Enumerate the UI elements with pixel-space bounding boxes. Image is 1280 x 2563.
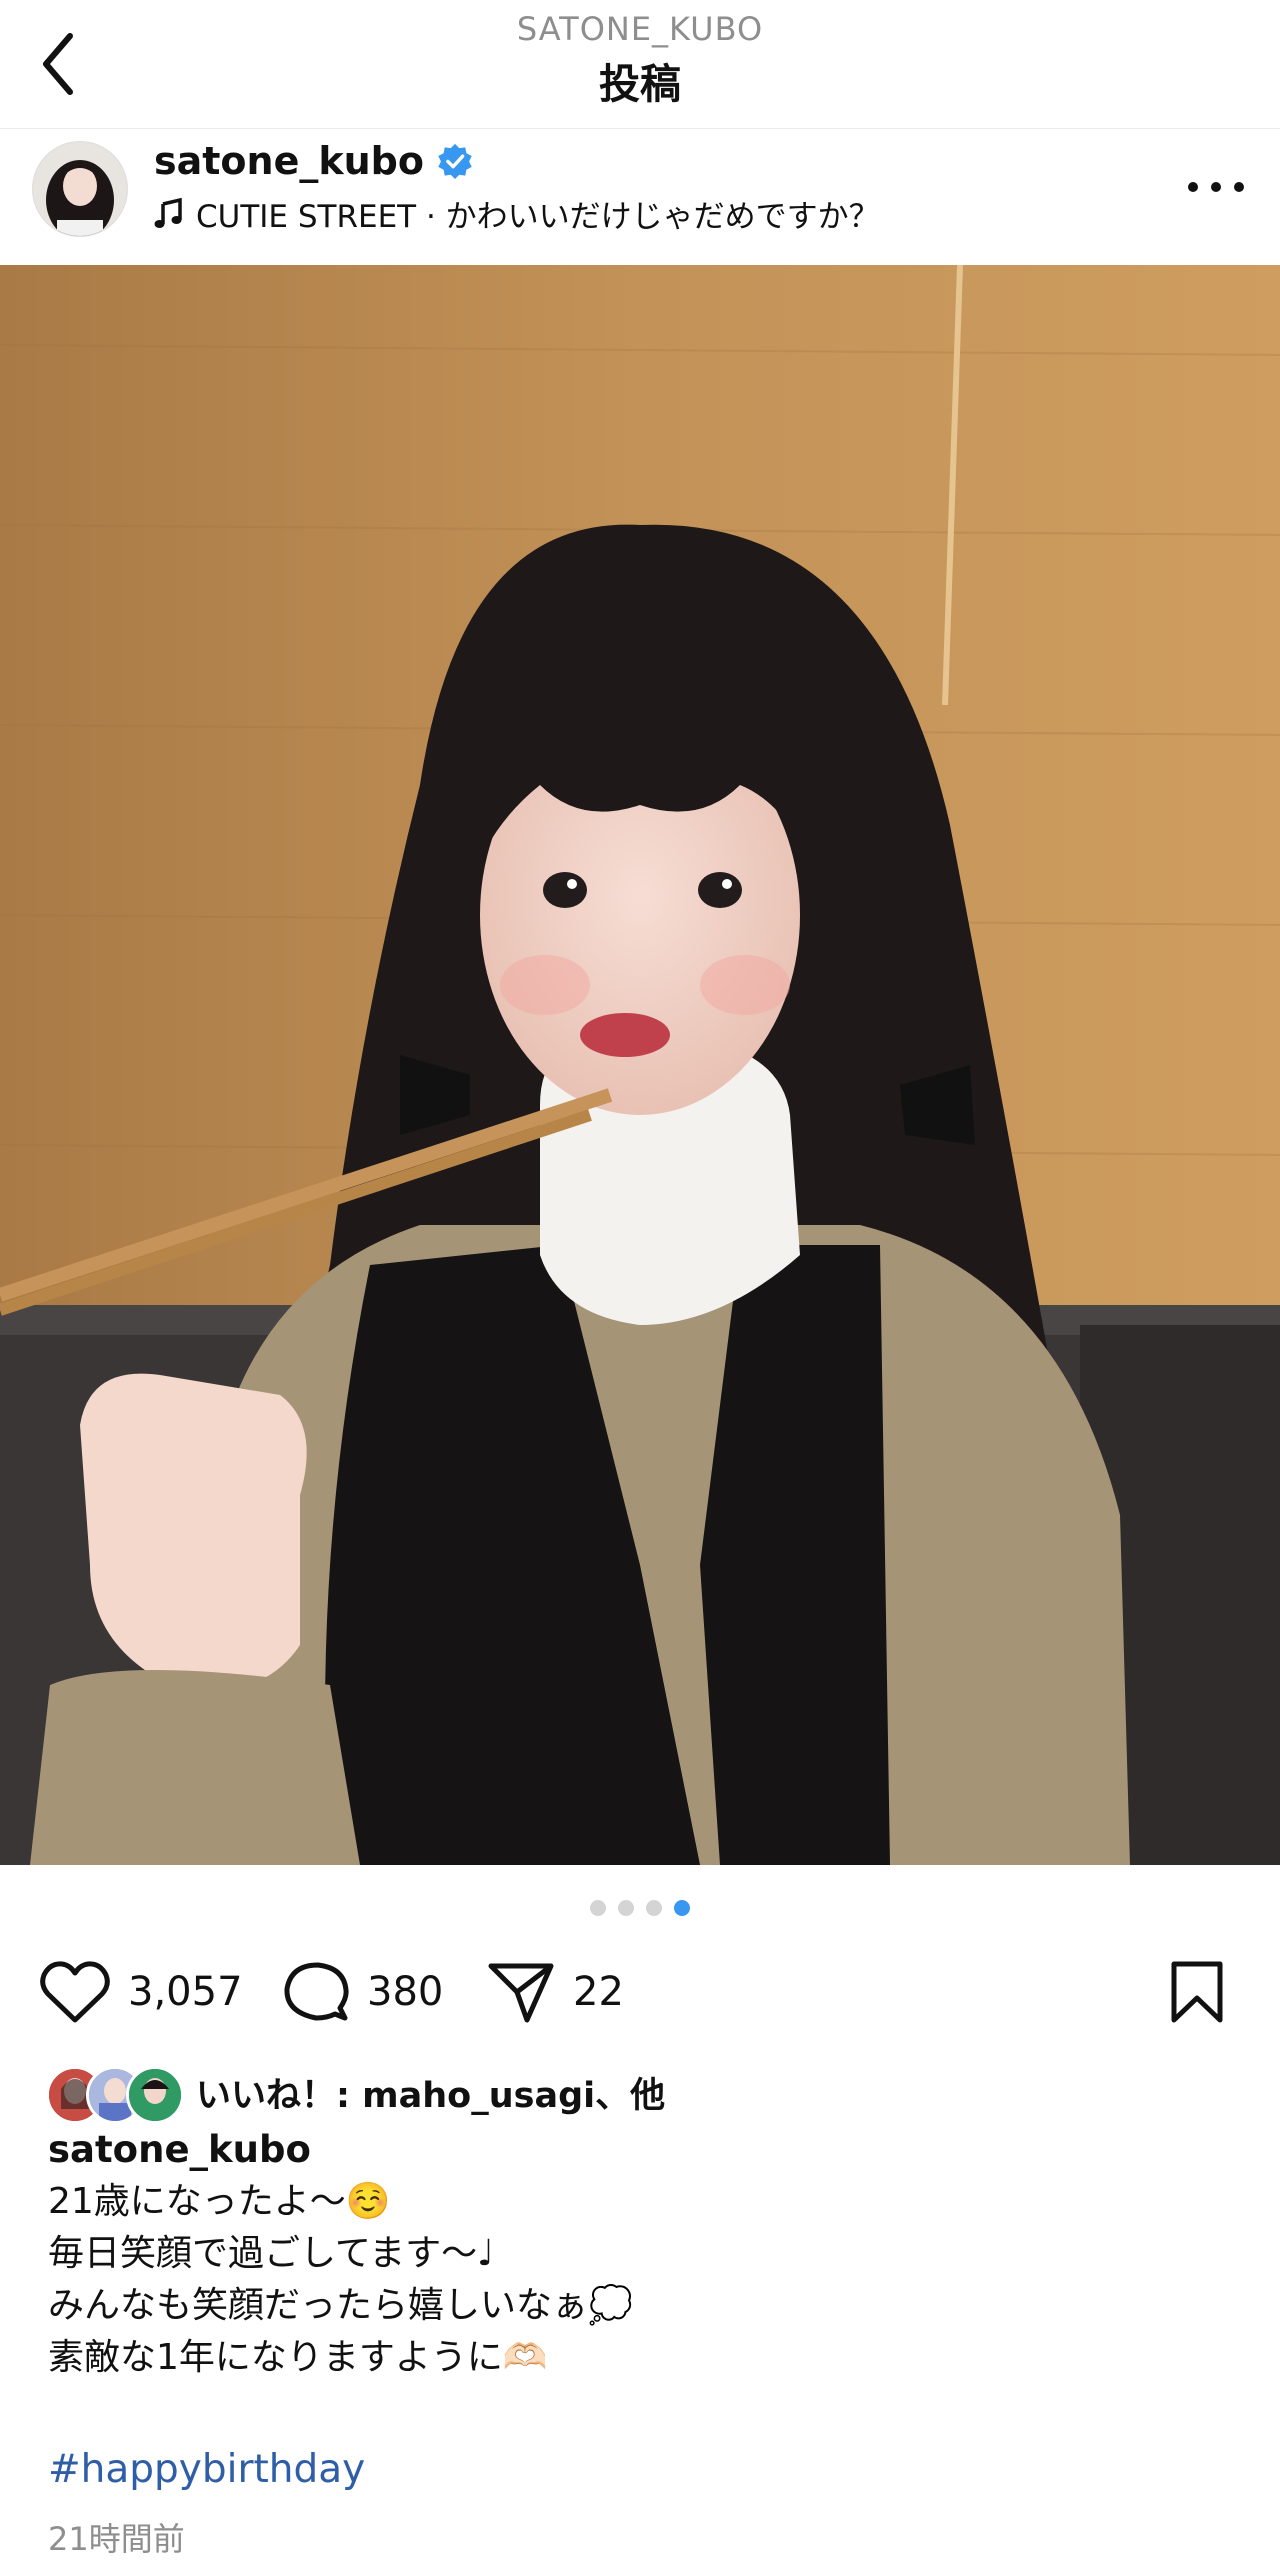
comment-icon (284, 1962, 349, 2021)
comments-count: 380 (367, 1969, 444, 2015)
caption-line: みんなも笑顔だったら嬉しいなぁ💭 (48, 2285, 633, 2326)
caption-username[interactable]: satone_kubo (48, 2124, 1248, 2176)
like-button[interactable]: 3,057 (40, 1952, 243, 2032)
liked-by-row[interactable]: いいね！: maho_usagi、他 (46, 2062, 666, 2124)
caption-line: 21歳になったよ〜☺️ (48, 2181, 391, 2222)
post-username[interactable]: satone_kubo (154, 139, 424, 183)
page-title: 投稿 (599, 60, 681, 108)
avatar (126, 2066, 184, 2124)
music-title: CUTIE STREET · かわいいだけじゃだめですか？ (196, 199, 880, 235)
caption-line: 毎日笑顔で過ごしてます〜♩ (48, 2233, 495, 2274)
caption-line: 素敵な1年になりますように🫶🏻 (48, 2337, 548, 2378)
more-options-button[interactable] (1188, 167, 1244, 207)
carousel-indicator (0, 1900, 1280, 1916)
shares-count: 22 (573, 1969, 624, 2015)
more-dots-icon (1188, 182, 1198, 192)
carousel-dot (618, 1900, 634, 1916)
avatar[interactable] (32, 141, 128, 237)
carousel-dot-active (674, 1900, 690, 1916)
post-photo[interactable] (0, 265, 1280, 1865)
hashtag-link[interactable]: #happybirthday (48, 2447, 365, 2492)
carousel-dot (646, 1900, 662, 1916)
share-icon (488, 1963, 554, 2023)
action-bar: 3,057 380 22 (40, 1952, 1240, 2032)
post-timestamp: 21時間前 (48, 2520, 185, 2558)
music-note-icon (154, 197, 182, 228)
top-bar: SATONE_KUBO 投稿 (0, 0, 1280, 129)
music-track[interactable]: CUTIE STREET · かわいいだけじゃだめですか？ (154, 191, 880, 236)
bookmark-button[interactable] (1170, 1952, 1224, 2032)
liked-by-avatars (46, 2064, 184, 2124)
likes-count: 3,057 (128, 1969, 243, 2015)
bookmark-icon (1171, 1961, 1223, 2023)
liked-by-text: いいね！: maho_usagi、他 (196, 2075, 666, 2116)
photo-image (0, 265, 1280, 1865)
carousel-dot (590, 1900, 606, 1916)
verified-badge-icon (438, 143, 472, 180)
post-caption: satone_kubo 21歳になったよ〜☺️ 毎日笑顔で過ごしてます〜♩ みん… (48, 2124, 1248, 2384)
share-button[interactable]: 22 (487, 1952, 624, 2032)
heart-icon (40, 1961, 110, 2023)
post-header: satone_kubo CUTIE STREET · かわいいだけじゃだめですか… (0, 129, 1280, 265)
comment-button[interactable]: 380 (283, 1952, 443, 2032)
header-username: SATONE_KUBO (516, 10, 764, 48)
